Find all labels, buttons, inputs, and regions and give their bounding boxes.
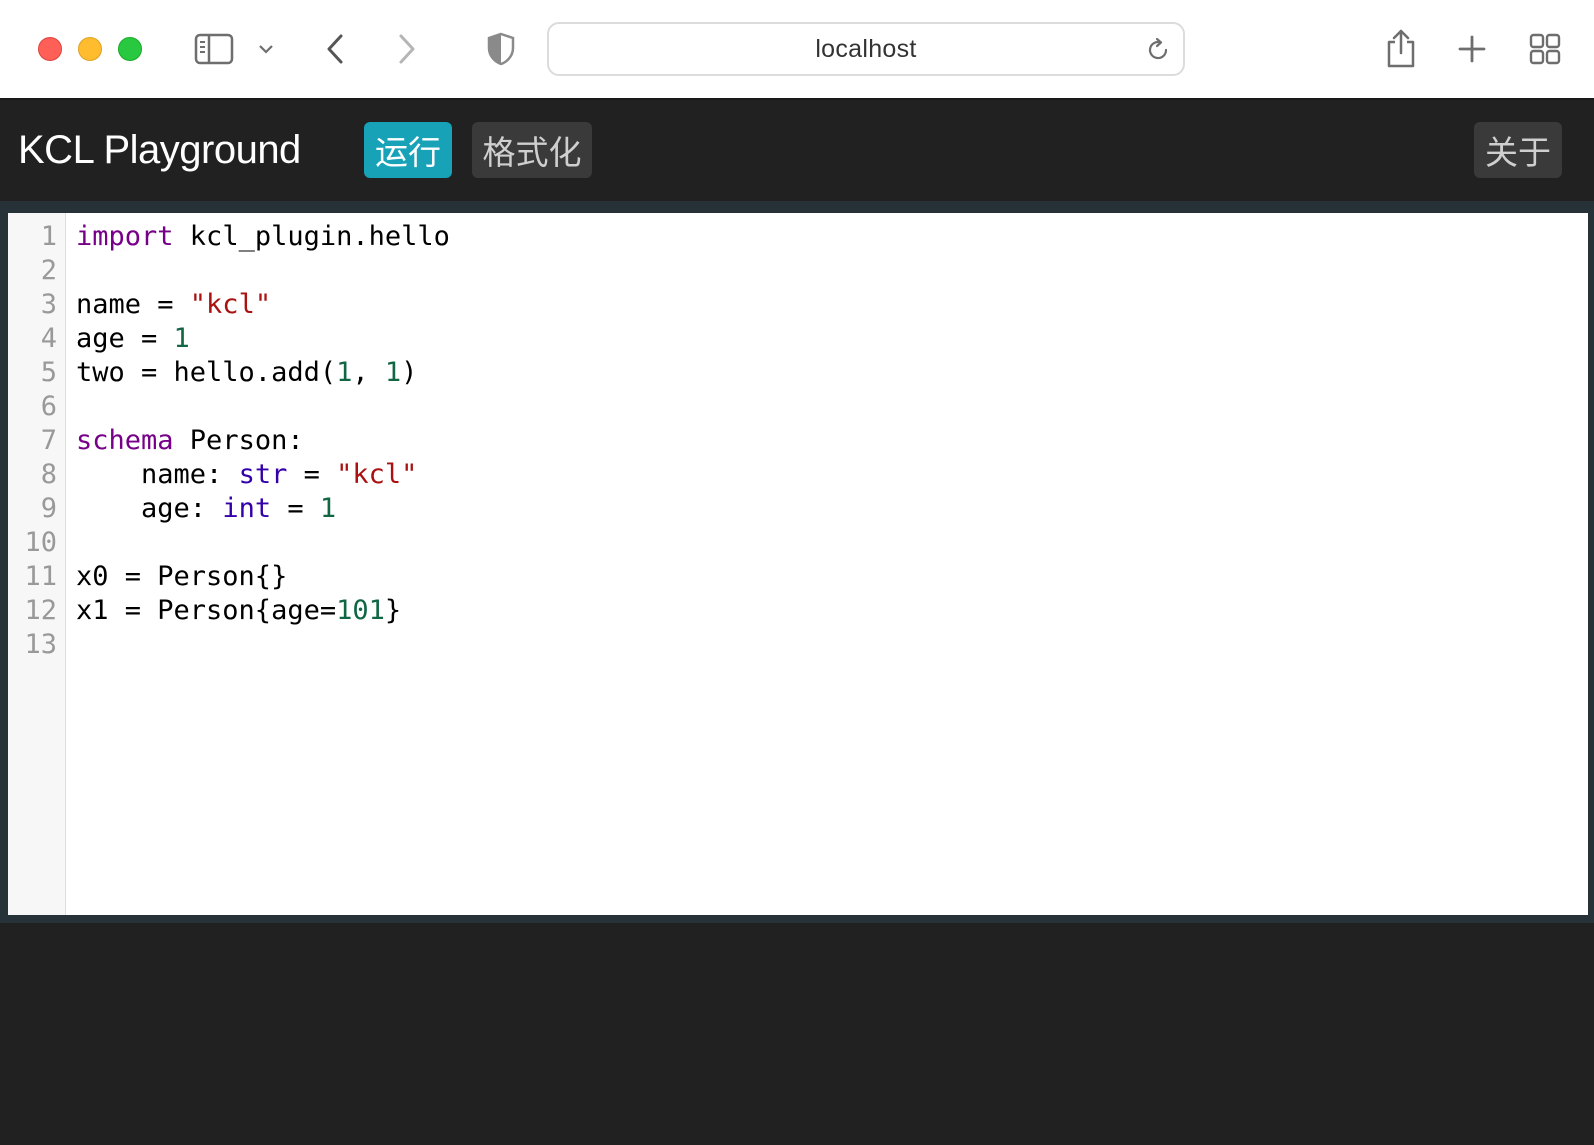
line-number: 7 xyxy=(40,425,57,456)
browser-toolbar: localhost xyxy=(0,0,1594,100)
editor-container: 1 2 3 4 5 6 7 8 9 10 11 12 13 import kcl_plugin.hell… xyxy=(0,201,1594,923)
code-token: "kcl" xyxy=(336,459,418,490)
code-token: = xyxy=(287,459,337,490)
url-text: localhost xyxy=(815,34,917,63)
code-token: , xyxy=(352,357,385,388)
code-token: age: xyxy=(76,493,223,524)
line-number: 8 xyxy=(40,459,57,490)
run-button[interactable]: 运行 xyxy=(364,122,452,178)
code-line[interactable]: import kcl_plugin.hello xyxy=(76,220,450,254)
code-token: 1 xyxy=(336,357,353,388)
line-number: 10 xyxy=(24,527,57,558)
share-icon[interactable] xyxy=(1383,26,1419,70)
code-line[interactable]: age = 1 xyxy=(76,322,190,356)
app-title[interactable]: KCL Playground xyxy=(18,128,301,173)
code-token: 101 xyxy=(336,595,385,626)
code-token: = xyxy=(271,493,320,524)
code-line[interactable]: x1 = Person{age=101} xyxy=(76,594,401,628)
code-token: schema xyxy=(76,425,174,456)
close-window-button[interactable] xyxy=(38,37,62,61)
about-button[interactable]: 关于 xyxy=(1474,122,1562,178)
back-icon[interactable] xyxy=(320,30,350,68)
code-token: x0 = Person{} xyxy=(76,561,288,592)
line-number: 4 xyxy=(40,323,57,354)
line-number: 9 xyxy=(40,493,57,524)
code-line[interactable]: name = "kcl" xyxy=(76,288,271,322)
line-number-gutter: 1 2 3 4 5 6 7 8 9 10 11 12 13 xyxy=(8,213,66,915)
shield-icon[interactable] xyxy=(484,30,518,68)
code-line[interactable]: x0 = Person{} xyxy=(76,560,287,594)
line-number: 3 xyxy=(40,289,57,320)
address-bar[interactable]: localhost xyxy=(547,22,1185,76)
forward-icon[interactable] xyxy=(392,30,422,68)
code-line[interactable]: age: int = 1 xyxy=(76,492,336,526)
code-token: two = hello.add( xyxy=(76,357,337,388)
line-number: 6 xyxy=(40,391,57,422)
line-number: 5 xyxy=(40,357,57,388)
code-line[interactable]: two = hello.add(1, 1) xyxy=(76,356,417,390)
code-token: 1 xyxy=(319,493,337,524)
minimize-window-button[interactable] xyxy=(78,37,102,61)
line-number: 2 xyxy=(40,255,57,286)
app-navbar: KCL Playground 运行 格式化 关于 xyxy=(0,100,1594,201)
code-token: 1 xyxy=(384,357,402,388)
format-button[interactable]: 格式化 xyxy=(472,122,592,178)
code-token: "kcl" xyxy=(189,289,272,320)
code-token: name = xyxy=(76,289,190,320)
code-token: age = xyxy=(76,323,174,354)
code-token: x1 = Person{age= xyxy=(76,595,337,626)
code-token: name: xyxy=(76,459,239,490)
line-number: 12 xyxy=(24,595,57,626)
zoom-window-button[interactable] xyxy=(118,37,142,61)
code-editor[interactable]: 1 2 3 4 5 6 7 8 9 10 11 12 13 import kcl_plugin.hell… xyxy=(8,213,1588,915)
code-token: } xyxy=(384,595,402,626)
code-token: import xyxy=(76,221,174,252)
reload-icon[interactable] xyxy=(1145,37,1171,68)
line-number: 11 xyxy=(24,561,57,592)
chevron-down-icon[interactable] xyxy=(255,38,277,60)
tab-overview-icon[interactable] xyxy=(1527,31,1563,67)
code-token: str xyxy=(238,459,288,490)
code-token: kcl_plugin.hello xyxy=(173,221,450,252)
sidebar-icon[interactable] xyxy=(192,31,236,67)
new-tab-icon[interactable] xyxy=(1454,31,1490,67)
code-token: 1 xyxy=(173,323,190,354)
line-number: 1 xyxy=(40,221,57,252)
code-line[interactable]: name: str = "kcl" xyxy=(76,458,417,492)
code-token: Person: xyxy=(173,425,304,456)
line-number: 13 xyxy=(24,629,57,660)
code-token: ) xyxy=(401,357,418,388)
code-line[interactable]: schema Person: xyxy=(76,424,304,458)
code-token: int xyxy=(222,493,272,524)
